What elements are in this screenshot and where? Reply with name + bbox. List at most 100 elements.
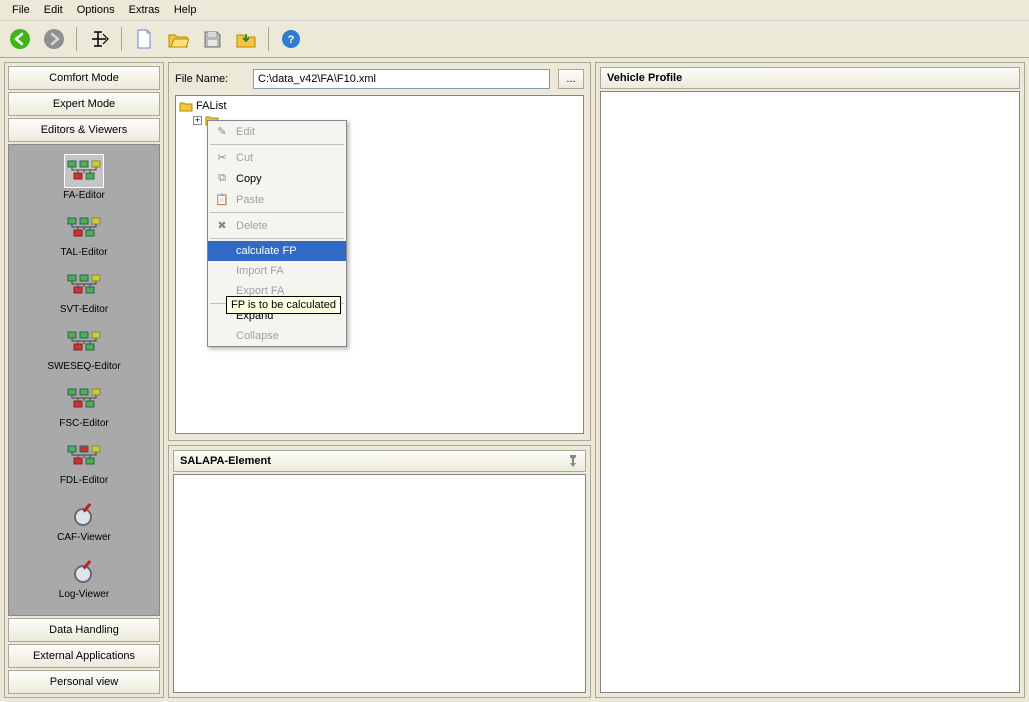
fa-editor-icon [64,154,104,188]
editor-item-fsc[interactable]: FSC-Editor [9,379,159,432]
context-menu-calculate-fp[interactable]: calculate FP [208,241,346,261]
sidebar-external-applications[interactable]: External Applications [8,644,160,668]
context-menu-copy[interactable]: ⧉ Copy [208,168,346,189]
editor-item-fdl[interactable]: FDL-Editor [9,436,159,489]
vehicle-body [600,91,1020,693]
svg-text:?: ? [288,34,295,46]
sidebar-personal-view[interactable]: Personal view [8,670,160,694]
editor-label: CAF-Viewer [57,532,111,543]
branch-icon [88,28,110,50]
tree-root[interactable]: FAList [179,99,580,113]
floppy-icon [202,29,222,49]
tree-root-label: FAList [196,100,227,112]
menubar: File Edit Options Extras Help [0,0,1029,21]
context-menu-label: Collapse [236,330,279,342]
sidebar-comfort-mode[interactable]: Comfort Mode [8,66,160,90]
menu-extras[interactable]: Extras [123,2,166,18]
svt-editor-icon [64,268,104,302]
help-button[interactable]: ? [277,25,305,53]
context-menu-label: Copy [236,173,262,185]
menu-file[interactable]: File [6,2,36,18]
editor-item-sweseq[interactable]: SWESEQ-Editor [9,322,159,375]
caf-editor-icon [64,496,104,530]
cut-icon: ✂ [214,151,230,164]
file-name-label: File Name: [175,73,245,85]
editor-label: SVT-Editor [60,304,108,315]
menu-options[interactable]: Options [71,2,121,18]
editor-item-fa[interactable]: FA-Editor [9,151,159,204]
delete-icon: ✖ [214,219,230,232]
context-menu-label: Paste [236,194,264,206]
sweseq-editor-icon [64,325,104,359]
vehicle-title-bar: Vehicle Profile [600,67,1020,89]
copy-icon: ⧉ [214,172,230,185]
editor-label: SWESEQ-Editor [47,361,120,372]
context-menu-label: Delete [236,220,268,232]
open-button[interactable] [164,25,192,53]
sidebar-data-handling[interactable]: Data Handling [8,618,160,642]
context-menu-label: Import FA [236,265,284,277]
tooltip: FP is to be calculated [226,296,341,314]
editor-item-log[interactable]: Log-Viewer [9,550,159,603]
toolbar-separator [121,27,122,51]
vehicle-panel: Vehicle Profile [595,62,1025,698]
document-icon [134,28,154,50]
editor-label: FSC-Editor [59,418,108,429]
editor-label: Log-Viewer [59,589,109,600]
editor-item-tal[interactable]: TAL-Editor [9,208,159,261]
sidebar: Comfort Mode Expert Mode Editors & Viewe… [4,62,164,698]
toolbar-separator [268,27,269,51]
salapa-panel: SALAPA-Element [168,445,591,698]
paste-icon: 📋 [214,193,230,206]
new-button[interactable] [130,25,158,53]
editor-list: FA-Editor TAL-Editor SVT-Editor SWESEQ-Edit… [8,144,160,616]
context-menu-separator [210,238,344,239]
fdl-editor-icon [64,439,104,473]
context-menu-label: Cut [236,152,253,164]
fsc-editor-icon [64,382,104,416]
salapa-body [173,474,586,693]
toolbar: ? [0,21,1029,58]
menu-edit[interactable]: Edit [38,2,69,18]
help-icon: ? [280,28,302,50]
context-menu-collapse: Collapse [208,326,346,346]
pin-icon[interactable] [567,455,579,467]
forward-button[interactable] [40,25,68,53]
sidebar-editors-viewers[interactable]: Editors & Viewers [8,118,160,142]
context-menu-label: calculate FP [236,245,297,257]
workspace: Comfort Mode Expert Mode Editors & Viewe… [0,58,1029,702]
expand-icon[interactable]: + [193,116,202,125]
back-icon [8,27,32,51]
context-menu-import-fa: Import FA [208,261,346,281]
back-button[interactable] [6,25,34,53]
forward-icon [42,27,66,51]
save-button[interactable] [198,25,226,53]
folder-open-icon [167,29,189,49]
context-menu-edit: ✎ Edit [208,121,346,142]
context-menu-separator [210,212,344,213]
context-menu-label: Edit [236,126,255,138]
editor-label: FA-Editor [63,190,105,201]
browse-button[interactable]: ... [558,69,584,89]
edit-icon: ✎ [214,125,230,138]
branch-button[interactable] [85,25,113,53]
context-menu-paste: 📋 Paste [208,189,346,210]
salapa-title: SALAPA-Element [180,455,271,467]
sidebar-expert-mode[interactable]: Expert Mode [8,92,160,116]
save-as-button[interactable] [232,25,260,53]
menu-help[interactable]: Help [168,2,203,18]
editor-label: FDL-Editor [60,475,108,486]
folder-arrow-icon [235,29,257,49]
tal-editor-icon [64,211,104,245]
editor-item-svt[interactable]: SVT-Editor [9,265,159,318]
context-menu-separator [210,144,344,145]
file-name-input[interactable] [253,69,550,89]
editor-item-caf[interactable]: CAF-Viewer [9,493,159,546]
folder-icon [179,100,193,112]
context-menu-cut: ✂ Cut [208,147,346,168]
file-row: File Name: ... [175,69,584,89]
salapa-title-bar: SALAPA-Element [173,450,586,472]
vehicle-title: Vehicle Profile [607,72,682,84]
context-menu-delete: ✖ Delete [208,215,346,236]
editor-label: TAL-Editor [60,247,107,258]
